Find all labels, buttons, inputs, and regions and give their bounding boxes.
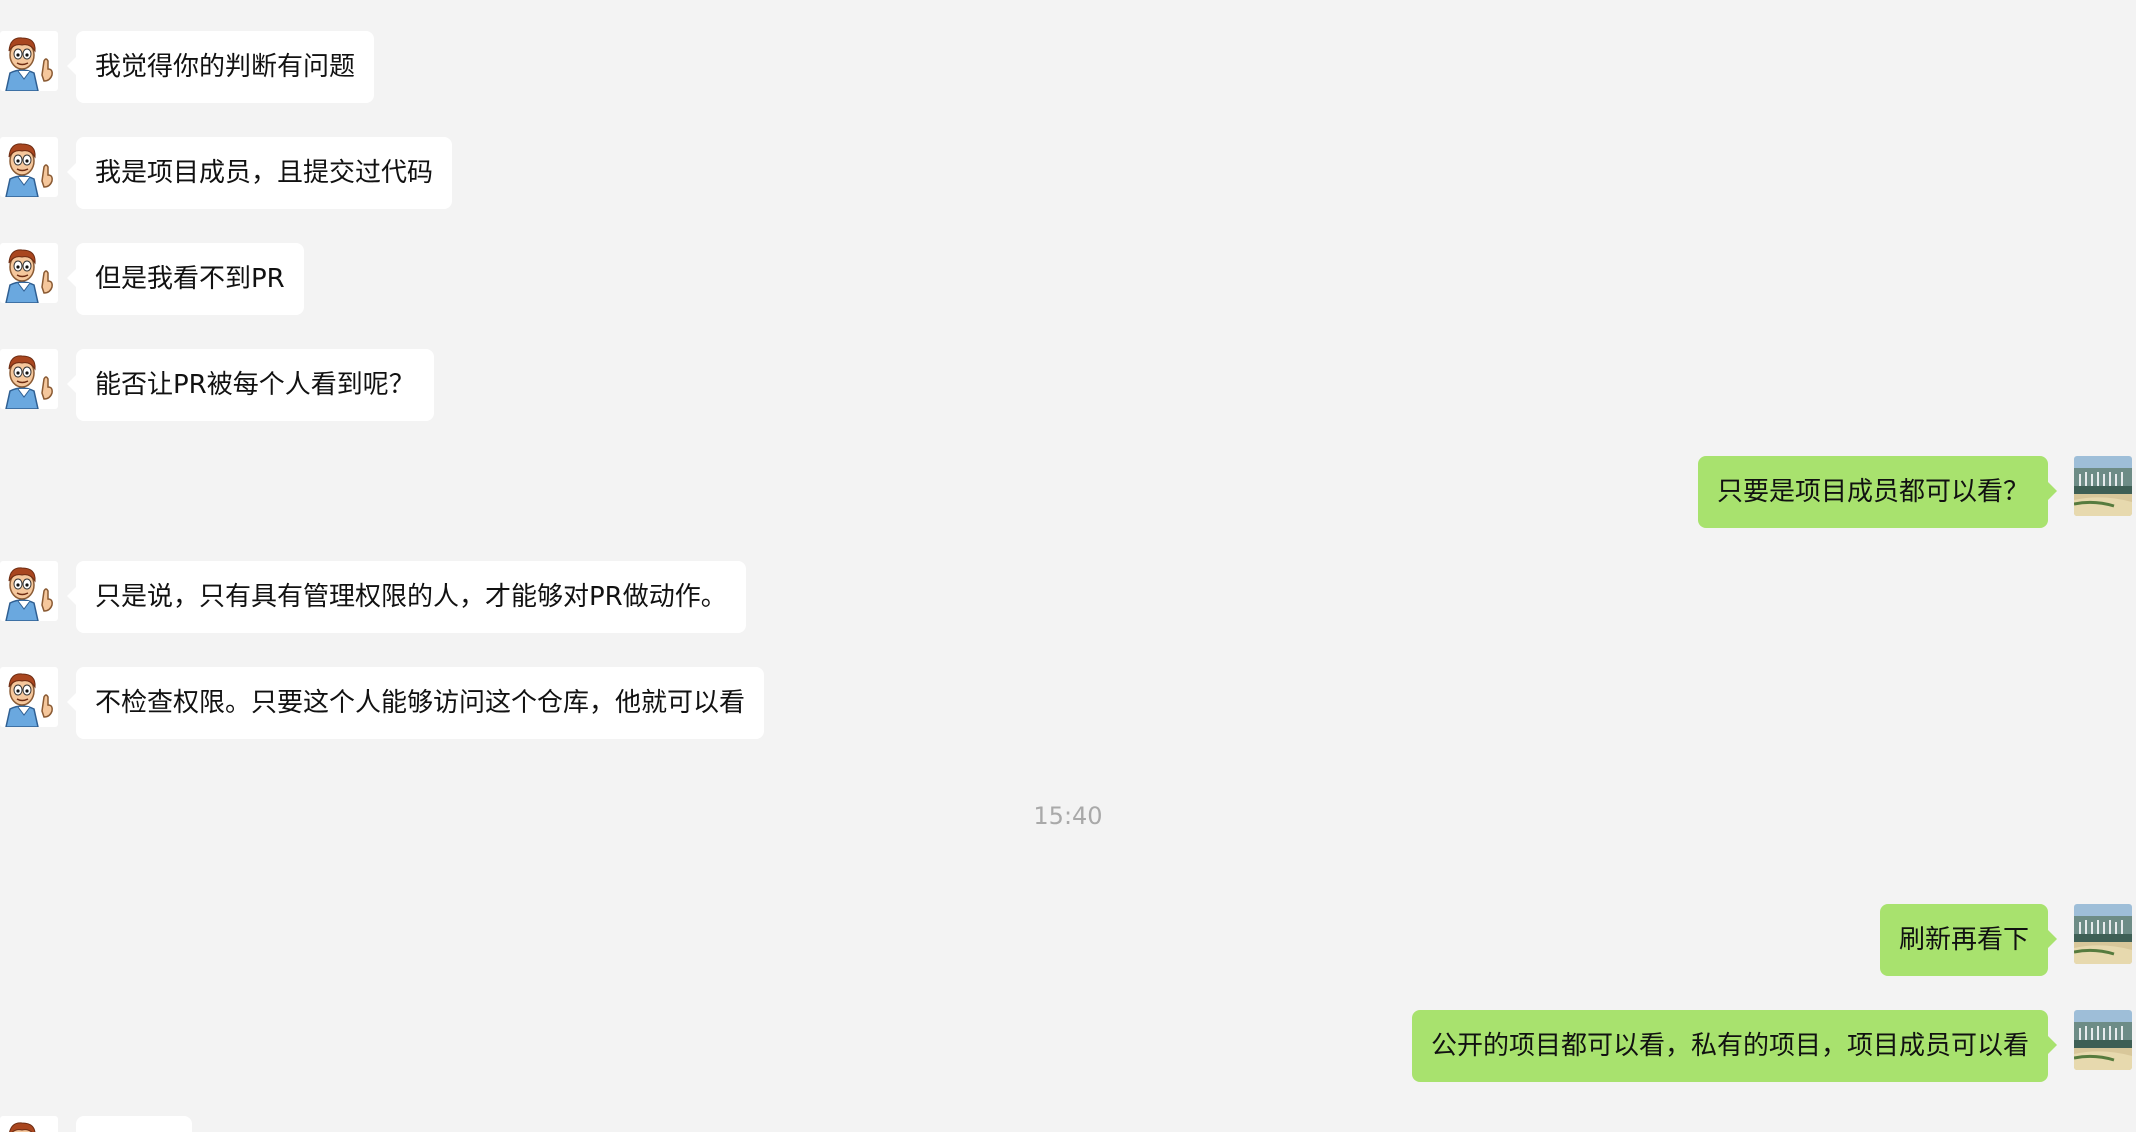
cartoon-man-avatar-icon[interactable] bbox=[0, 667, 58, 727]
message-row: 能否让PR被每个人看到呢？ bbox=[0, 349, 2136, 421]
message-bubble[interactable]: 但是我看不到PR bbox=[67, 243, 304, 315]
message-row: 但是我看不到PR bbox=[0, 243, 2136, 315]
message-bubble[interactable]: 我觉得你的判断有问题 bbox=[66, 31, 375, 103]
message-bubble[interactable]: 不检查权限。只要这个人能够访问这个仓库，他就可以看 bbox=[66, 667, 765, 739]
message-bubble[interactable]: 刷新再看下 bbox=[1879, 904, 2058, 976]
message-row: 只要是项目成员都可以看？ bbox=[0, 456, 2136, 528]
message-bubble[interactable]: 我是项目成员，且提交过代码 bbox=[66, 137, 453, 209]
message-bubble[interactable]: 只是说，只有具有管理权限的人，才能够对PR做动作。 bbox=[67, 561, 746, 633]
cartoon-man-avatar-icon[interactable] bbox=[0, 31, 58, 91]
landscape-photo-avatar-icon[interactable] bbox=[2074, 456, 2132, 516]
cartoon-man-avatar-icon[interactable] bbox=[0, 561, 58, 621]
message-bubble[interactable]: 能否让PR被每个人看到呢？ bbox=[67, 349, 434, 421]
cartoon-man-avatar-icon[interactable] bbox=[0, 137, 58, 197]
message-row: 公开的项目都可以看，私有的项目，项目成员可以看 bbox=[0, 1010, 2136, 1082]
cartoon-man-avatar-icon[interactable] bbox=[0, 243, 58, 303]
landscape-photo-avatar-icon[interactable] bbox=[2074, 1010, 2132, 1070]
message-row: 不检查权限。只要这个人能够访问这个仓库，他就可以看 bbox=[0, 667, 2136, 739]
message-bubble[interactable]: 只要是项目成员都可以看？ bbox=[1697, 456, 2058, 528]
landscape-photo-avatar-icon[interactable] bbox=[2074, 904, 2132, 964]
cartoon-man-avatar-icon[interactable] bbox=[0, 349, 58, 409]
message-row: 只是说，只有具有管理权限的人，才能够对PR做动作。 bbox=[0, 561, 2136, 633]
message-timestamp: 15:40 bbox=[1033, 802, 1103, 830]
message-row: 我觉得你的判断有问题 bbox=[0, 31, 2136, 103]
chat-thread[interactable]: 我觉得你的判断有问题 我是项目成员，且提交过代码 但是我看不到PR 能否让PR被… bbox=[0, 0, 2136, 1132]
message-row: 刷新再看下 bbox=[0, 904, 2136, 976]
message-bubble[interactable]: 公开的项目都可以看，私有的项目，项目成员可以看 bbox=[1411, 1010, 2058, 1082]
message-row bbox=[0, 1116, 2136, 1132]
message-bubble[interactable] bbox=[76, 1116, 192, 1132]
cartoon-man-avatar-icon[interactable] bbox=[0, 1116, 58, 1132]
message-row: 我是项目成员，且提交过代码 bbox=[0, 137, 2136, 209]
